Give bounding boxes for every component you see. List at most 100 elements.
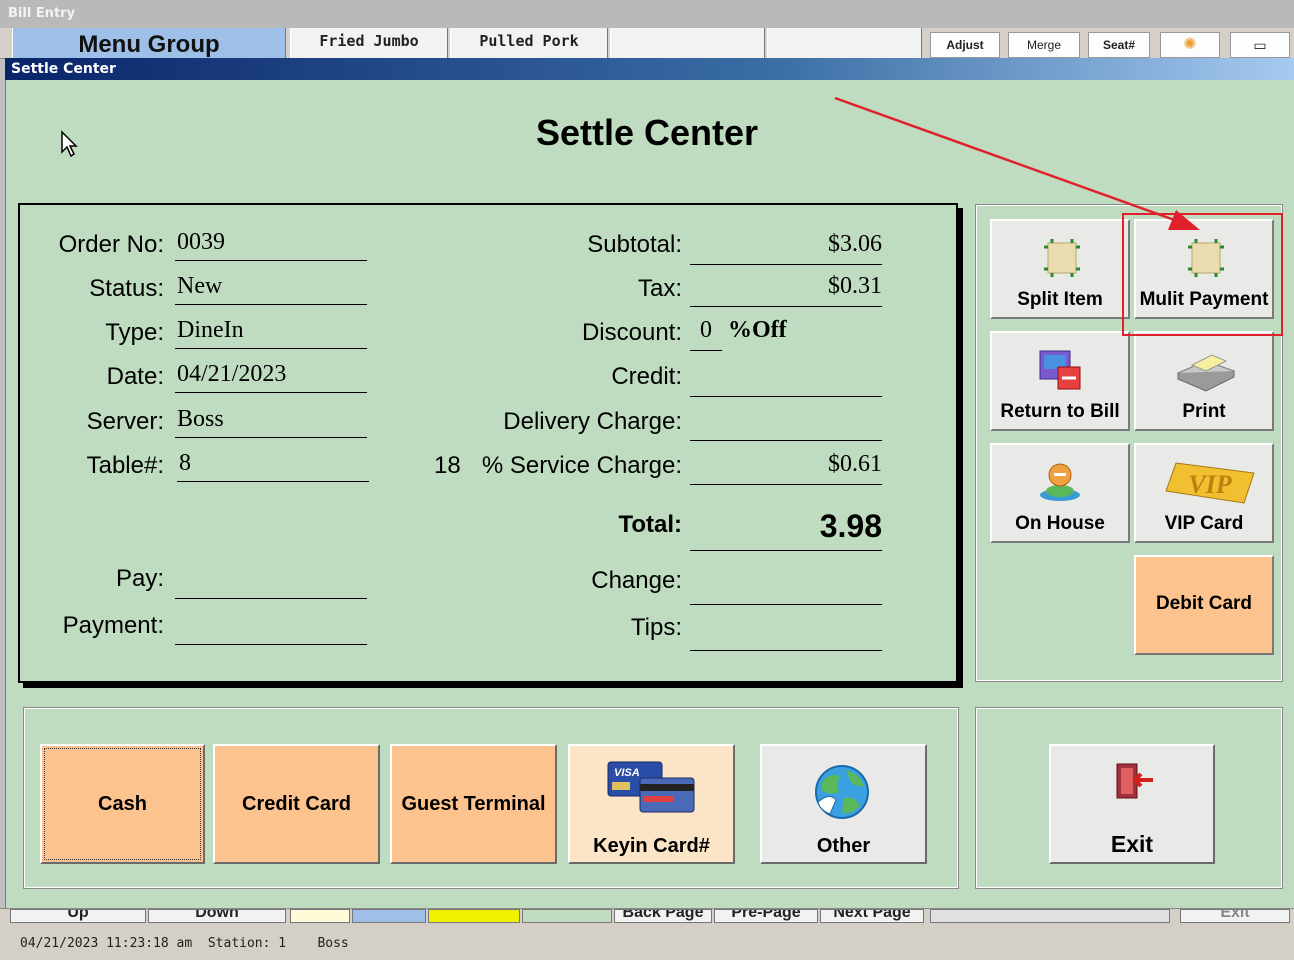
- status-datetime: 04/21/2023 11:23:18 am: [20, 936, 193, 951]
- service-charge-percent: 18: [434, 452, 461, 479]
- status-value: New: [175, 271, 367, 305]
- payment-label: Payment:: [62, 612, 164, 639]
- credit-cards-icon: VISA: [607, 761, 695, 813]
- dialog-title-bar: Settle Center: [5, 58, 1294, 80]
- server-value: Boss: [175, 404, 367, 438]
- guest-terminal-button[interactable]: Guest Terminal: [390, 744, 557, 864]
- item-tab-empty[interactable]: [767, 28, 922, 58]
- tax-label: Tax:: [637, 275, 682, 302]
- total-label: Total:: [618, 511, 682, 538]
- color-swatch-yellow[interactable]: [428, 909, 520, 923]
- payment-field[interactable]: [175, 611, 367, 645]
- type-label: Type:: [105, 319, 164, 346]
- background-toolbar: Menu Group Fried Jumbo Pulled Pork Adjus…: [0, 28, 1294, 59]
- color-swatch-cream[interactable]: [290, 909, 350, 923]
- discount-value[interactable]: 0: [690, 315, 722, 351]
- background-exit-button[interactable]: Exit: [1180, 909, 1290, 923]
- date-label: Date:: [106, 363, 164, 390]
- exit-door-icon: [1116, 763, 1153, 799]
- exit-button[interactable]: Exit: [1049, 744, 1215, 864]
- service-charge-value: $0.61: [690, 449, 882, 485]
- vip-icon-text: VIP: [1188, 470, 1232, 499]
- globe-icon: [815, 765, 869, 819]
- type-value: DineIn: [175, 315, 367, 349]
- order-summary-panel: Order No: 0039 Status: New Type: DineIn …: [18, 203, 958, 683]
- settings-icon[interactable]: ✺: [1160, 32, 1220, 58]
- item-tab-fried-jumbo[interactable]: Fried Jumbo: [290, 28, 448, 58]
- split-item-button[interactable]: Split Item: [990, 219, 1130, 319]
- debit-card-label: Debit Card: [1155, 593, 1253, 614]
- subtotal-label: Subtotal:: [587, 231, 682, 258]
- other-payment-label: Other: [816, 835, 871, 857]
- vip-card-icon: VIP: [1165, 462, 1255, 504]
- color-swatch-blue[interactable]: [352, 909, 426, 923]
- status-station: Station: 1: [207, 936, 287, 951]
- seat-button[interactable]: Seat#: [1088, 32, 1150, 58]
- discount-label: Discount:: [581, 319, 682, 346]
- item-tab-pulled-pork[interactable]: Pulled Pork: [450, 28, 608, 58]
- print-button[interactable]: Print: [1134, 331, 1274, 431]
- on-house-icon: [1040, 463, 1080, 501]
- down-button[interactable]: Down: [148, 909, 286, 923]
- order-no-value: 0039: [175, 227, 367, 261]
- page-title: Settle Center: [535, 112, 759, 153]
- table-label: Table#:: [86, 452, 164, 479]
- status-user: Boss: [317, 936, 349, 951]
- pay-field[interactable]: [175, 565, 367, 599]
- return-to-bill-button[interactable]: Return to Bill: [990, 331, 1130, 431]
- order-no-label: Order No:: [58, 231, 164, 258]
- keyin-card-button[interactable]: VISA Keyin Card#: [568, 744, 735, 864]
- credit-card-button[interactable]: Credit Card: [213, 744, 380, 864]
- change-value: [690, 569, 882, 605]
- return-to-bill-label: Return to Bill: [1000, 401, 1120, 422]
- subtotal-value: $3.06: [690, 229, 882, 265]
- up-button[interactable]: Up: [10, 909, 146, 923]
- table-value: 8: [177, 448, 369, 482]
- color-swatch-green[interactable]: [522, 909, 612, 923]
- pre-page-button[interactable]: Pre-Page: [714, 909, 818, 923]
- other-payment-button[interactable]: Other: [760, 744, 927, 864]
- credit-value: [690, 361, 882, 397]
- print-label: Print: [1182, 401, 1226, 422]
- server-label: Server:: [86, 408, 164, 435]
- tips-value[interactable]: [690, 615, 882, 651]
- vip-card-button[interactable]: VIP VIP Card: [1134, 443, 1274, 543]
- pay-label: Pay:: [115, 565, 164, 592]
- background-input-field[interactable]: [930, 909, 1170, 923]
- credit-label: Credit:: [611, 363, 682, 390]
- split-item-label: Split Item: [1017, 289, 1103, 310]
- status-label: Status:: [89, 275, 164, 302]
- vip-card-label: VIP Card: [1164, 513, 1244, 534]
- total-value: 3.98: [690, 505, 882, 551]
- annotation-highlight-box: [1122, 213, 1283, 336]
- cash-button[interactable]: Cash: [40, 744, 205, 864]
- return-to-bill-icon: [1039, 350, 1081, 390]
- printer-icon: [1176, 354, 1236, 392]
- tax-value: $0.31: [690, 271, 882, 307]
- menu-group-tab[interactable]: Menu Group: [12, 28, 286, 58]
- split-item-icon: [1044, 239, 1080, 277]
- mouse-cursor-icon: [61, 130, 78, 158]
- item-tab-empty[interactable]: [610, 28, 765, 58]
- adjust-button[interactable]: Adjust: [930, 32, 1000, 58]
- background-window-title: Bill Entry: [0, 0, 1294, 28]
- printer-icon[interactable]: ▭: [1230, 32, 1290, 58]
- back-page-button[interactable]: Back Page: [614, 909, 712, 923]
- card-brand-text: VISA: [614, 767, 640, 779]
- exit-label: Exit: [1110, 831, 1154, 857]
- change-label: Change:: [591, 567, 682, 594]
- delivery-charge-label: Delivery Charge:: [503, 408, 682, 435]
- status-bar: 04/21/2023 11:23:18 am Station: 1 Boss: [0, 934, 1294, 960]
- next-page-button[interactable]: Next Page: [820, 909, 924, 923]
- on-house-button[interactable]: On House: [990, 443, 1130, 543]
- merge-button[interactable]: Merge: [1008, 32, 1080, 58]
- discount-unit: %Off: [728, 317, 787, 343]
- delivery-charge-value: [690, 405, 882, 441]
- tips-label: Tips:: [630, 614, 682, 641]
- keyin-card-label: Keyin Card#: [593, 835, 710, 857]
- background-bottom-bar: Up Down Back Page Pre-Page Next Page Exi…: [0, 908, 1294, 935]
- debit-card-button[interactable]: Debit Card: [1134, 555, 1274, 655]
- on-house-label: On House: [1015, 513, 1105, 534]
- date-value: 04/21/2023: [175, 359, 367, 393]
- service-charge-label: % Service Charge:: [481, 452, 682, 479]
